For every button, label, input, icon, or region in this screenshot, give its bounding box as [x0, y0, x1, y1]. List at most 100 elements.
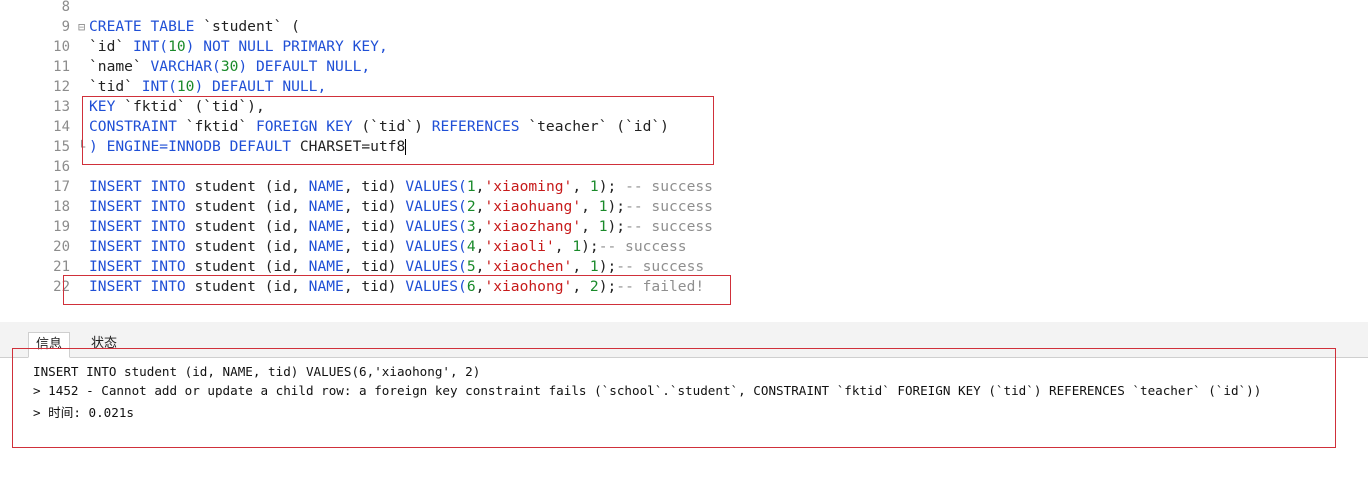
code-token: 1 [589, 178, 599, 195]
code-line-15[interactable]: 15 └) ENGINE=INNODB DEFAULT CHARSET=utf8 [0, 137, 1368, 157]
text-cursor [405, 139, 407, 155]
output-panel: INSERT INTO student (id, NAME, tid) VALU… [0, 358, 1368, 483]
code-token: INSERT INTO [89, 238, 195, 255]
line-number: 16 [53, 159, 70, 175]
line-number: 19 [53, 219, 70, 235]
result-tabs: 信息 状态 [0, 330, 1368, 358]
code-token: FOREIGN KEY [255, 118, 362, 135]
sql-editor[interactable]: 8 9 ⊟ CREATE TABLE `student` (10 `id` INT(10… [0, 0, 1368, 322]
code-token: `fktid` [185, 118, 256, 135]
code-line-8[interactable]: 8 [0, 0, 1368, 17]
code-token: 6 [466, 278, 476, 295]
fold-marker-icon[interactable]: ⊟ [78, 17, 85, 37]
tab-status[interactable]: 状态 [84, 332, 124, 356]
output-query-line: INSERT INTO student (id, NAME, tid) VALU… [33, 364, 481, 379]
code-token: , [572, 278, 590, 295]
code-line-14[interactable]: 14 CONSTRAINT `fktid` FOREIGN KEY (`tid`)… [0, 117, 1368, 137]
code-token: , tid) [343, 218, 406, 235]
pane-divider[interactable] [0, 322, 1368, 330]
code-text: `name` VARCHAR(30) DEFAULT NULL, [89, 57, 370, 77]
code-line-11[interactable]: 11 `name` VARCHAR(30) DEFAULT NULL, [0, 57, 1368, 77]
line-number: 22 [53, 279, 70, 295]
code-token: ); [607, 198, 626, 215]
code-token: INSERT INTO [89, 218, 195, 235]
line-number: 12 [53, 79, 70, 95]
code-token: `tid` [89, 78, 142, 95]
line-number: 18 [53, 199, 70, 215]
code-token: NAME [308, 178, 344, 195]
code-token: ) ENGINE=INNODB DEFAULT [89, 138, 300, 155]
code-text: `id` INT(10) NOT NULL PRIMARY KEY, [89, 37, 388, 57]
code-token: -- success [625, 178, 713, 195]
code-token: , [581, 218, 599, 235]
code-token: student (id, [194, 258, 309, 275]
line-number: 11 [53, 59, 70, 75]
code-token: ); [598, 178, 626, 195]
code-token: , tid) [343, 238, 406, 255]
code-token: , [581, 198, 599, 215]
code-token: , [572, 258, 590, 275]
code-token: REFERENCES [431, 118, 529, 135]
code-token: CHARSET=utf8 [299, 138, 406, 155]
code-token: INSERT INTO [89, 178, 195, 195]
line-number: 15 [53, 139, 70, 155]
code-token: , [554, 238, 573, 255]
code-line-19[interactable]: 19 INSERT INTO student (id, NAME, tid) VA… [0, 217, 1368, 237]
line-number: 17 [53, 179, 70, 195]
code-line-9[interactable]: 9 ⊟ CREATE TABLE `student` ( [0, 17, 1368, 37]
code-token: 'xiaoli' [484, 238, 555, 255]
code-token: 1 [589, 258, 599, 275]
code-token: , tid) [343, 198, 406, 215]
code-text: CREATE TABLE `student` ( [89, 17, 300, 37]
code-token: student (id, [194, 218, 309, 235]
code-line-12[interactable]: 12 `tid` INT(10) DEFAULT NULL, [0, 77, 1368, 97]
code-token: VALUES( [405, 198, 467, 215]
code-token: , tid) [343, 258, 406, 275]
code-token: ) DEFAULT NULL, [238, 58, 371, 75]
code-line-16[interactable]: 16 [0, 157, 1368, 177]
code-line-10[interactable]: 10 `id` INT(10) NOT NULL PRIMARY KEY, [0, 37, 1368, 57]
code-token: VALUES( [405, 258, 467, 275]
code-token: 30 [220, 58, 239, 75]
code-token: `id` [89, 38, 133, 55]
code-token: 2 [589, 278, 599, 295]
tab-info[interactable]: 信息 [28, 332, 71, 358]
code-line-13[interactable]: 13 KEY `fktid` (`tid`), [0, 97, 1368, 117]
code-token: -- success [616, 258, 705, 275]
code-text: INSERT INTO student (id, NAME, tid) VALU… [89, 217, 713, 237]
code-text: ) ENGINE=INNODB DEFAULT CHARSET=utf8 [89, 137, 407, 157]
line-number: 21 [53, 259, 70, 275]
code-token: ); [598, 258, 617, 275]
code-token: NAME [308, 198, 344, 215]
code-token: INSERT INTO [89, 278, 195, 295]
code-line-21[interactable]: 21 INSERT INTO student (id, NAME, tid) VA… [0, 257, 1368, 277]
code-token: , tid) [343, 278, 406, 295]
code-token: 5 [466, 258, 476, 275]
code-token: 4 [466, 238, 476, 255]
code-token: , tid) [343, 178, 406, 195]
code-token: NAME [308, 238, 344, 255]
code-token: -- failed! [616, 278, 705, 295]
code-token: VALUES( [405, 218, 467, 235]
code-token: 2 [466, 198, 476, 215]
code-line-18[interactable]: 18 INSERT INTO student (id, NAME, tid) VA… [0, 197, 1368, 217]
code-token: KEY [89, 98, 125, 115]
code-token: CONSTRAINT [89, 118, 186, 135]
code-token: ) NOT NULL PRIMARY KEY, [185, 38, 388, 55]
code-token: 10 [176, 78, 195, 95]
code-token: 'xiaoming' [484, 178, 573, 195]
code-token: NAME [308, 278, 344, 295]
code-token: 1 [466, 178, 476, 195]
code-text: `tid` INT(10) DEFAULT NULL, [89, 77, 326, 97]
code-token: student (id, [194, 278, 309, 295]
code-line-17[interactable]: 17 INSERT INTO student (id, NAME, tid) VA… [0, 177, 1368, 197]
code-text: INSERT INTO student (id, NAME, tid) VALU… [89, 197, 713, 217]
code-line-20[interactable]: 20 INSERT INTO student (id, NAME, tid) VA… [0, 237, 1368, 257]
code-token: 'xiaohong' [484, 278, 573, 295]
code-token: `teacher` (`id`) [528, 118, 669, 135]
code-line-22[interactable]: 22 INSERT INTO student (id, NAME, tid) VA… [0, 277, 1368, 297]
line-number: 14 [53, 119, 70, 135]
code-token: student (id, [194, 178, 309, 195]
code-token: INT( [141, 78, 177, 95]
code-token: INSERT INTO [89, 258, 195, 275]
